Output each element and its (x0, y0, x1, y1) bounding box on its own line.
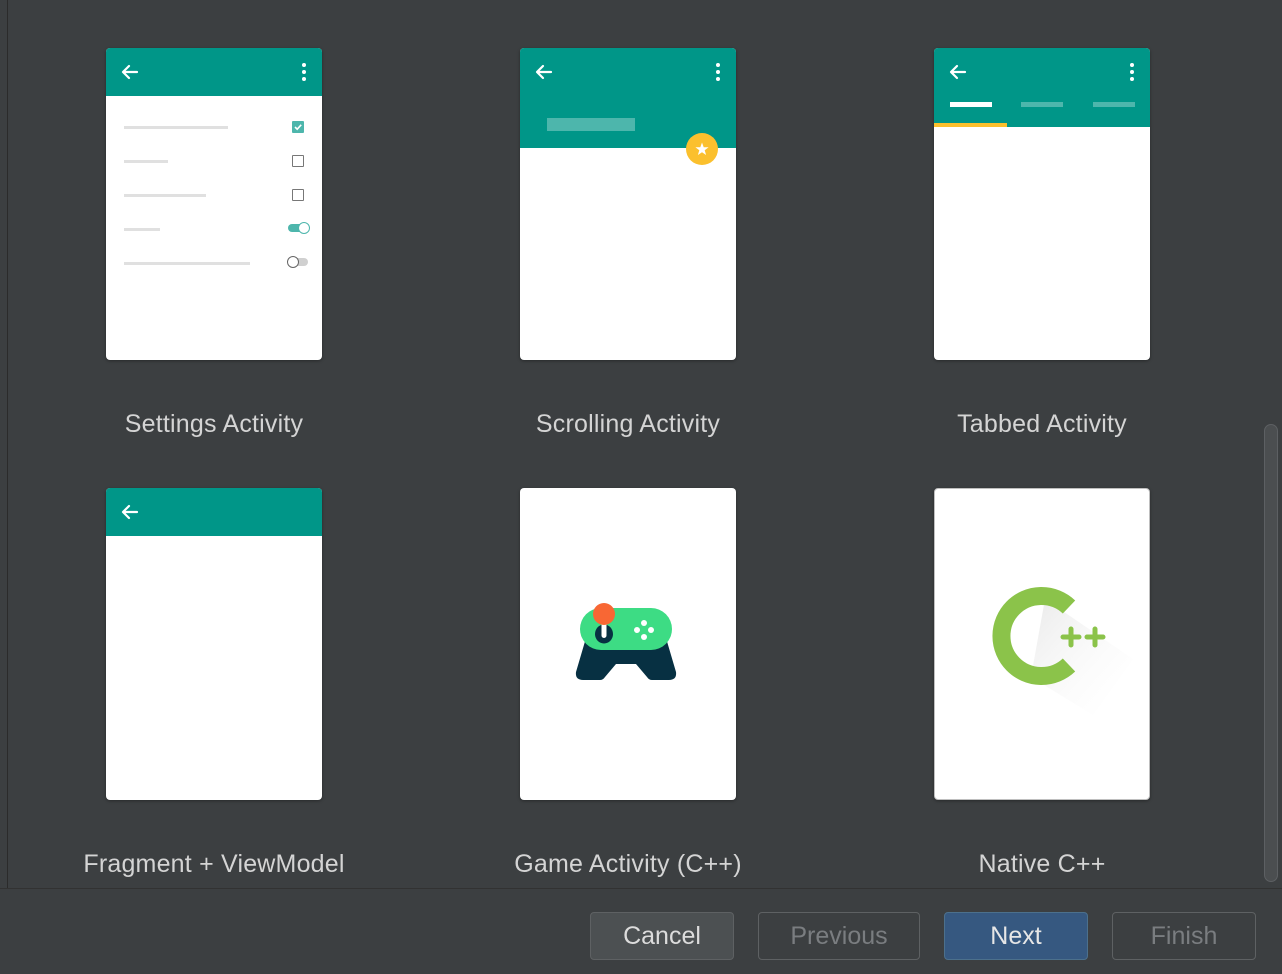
tab-indicator (934, 123, 1007, 127)
back-arrow-icon (121, 64, 139, 80)
next-button[interactable]: Next (944, 912, 1088, 960)
template-label[interactable]: Native C++ (862, 850, 1222, 879)
app-bar (106, 488, 322, 536)
finish-button[interactable]: Finish (1112, 912, 1256, 960)
template-label[interactable]: Scrolling Activity (448, 410, 808, 439)
cpp-logo-icon (992, 587, 1133, 715)
tabbed-activity-preview[interactable] (934, 48, 1150, 360)
app-bar (106, 48, 322, 96)
native-cpp-preview[interactable] (934, 488, 1150, 800)
setting-row-line (124, 228, 160, 231)
scrolling-activity-preview[interactable] (520, 48, 736, 360)
back-arrow-icon (535, 64, 553, 80)
collapsing-title-bar (547, 118, 635, 131)
vertical-scrollbar[interactable] (1264, 424, 1278, 882)
template-label[interactable]: Game Activity (C++) (448, 850, 808, 879)
previous-button[interactable]: Previous (758, 912, 920, 960)
setting-row-line (124, 262, 250, 265)
overflow-menu-icon (1130, 63, 1134, 81)
app-bar (934, 48, 1150, 127)
game-activity-preview[interactable] (520, 488, 736, 800)
template-gallery: Settings Activity Scrolling Activity Tab… (8, 0, 1282, 888)
new-project-dialog: Settings Activity Scrolling Activity Tab… (0, 0, 1282, 974)
tab (1021, 102, 1063, 107)
setting-row-line (124, 194, 206, 197)
footer-divider (0, 888, 1282, 889)
fragment-viewmodel-preview[interactable] (106, 488, 322, 800)
settings-activity-preview[interactable] (106, 48, 322, 360)
gamepad-icon (575, 603, 677, 680)
star-icon (686, 133, 718, 165)
tab (1093, 102, 1135, 107)
cancel-button[interactable]: Cancel (590, 912, 734, 960)
checkbox-unchecked-icon (292, 155, 304, 167)
back-arrow-icon (949, 64, 967, 80)
template-label[interactable]: Settings Activity (34, 410, 394, 439)
setting-row-line (124, 160, 168, 163)
overflow-menu-icon (302, 63, 306, 81)
tab-selected (950, 102, 992, 107)
setting-row-line (124, 126, 228, 129)
checkbox-checked-icon (292, 121, 304, 133)
template-label[interactable]: Tabbed Activity (862, 410, 1222, 439)
back-arrow-icon (121, 504, 139, 520)
overflow-menu-icon (716, 63, 720, 81)
checkbox-unchecked-icon (292, 189, 304, 201)
template-label[interactable]: Fragment + ViewModel (34, 850, 394, 879)
